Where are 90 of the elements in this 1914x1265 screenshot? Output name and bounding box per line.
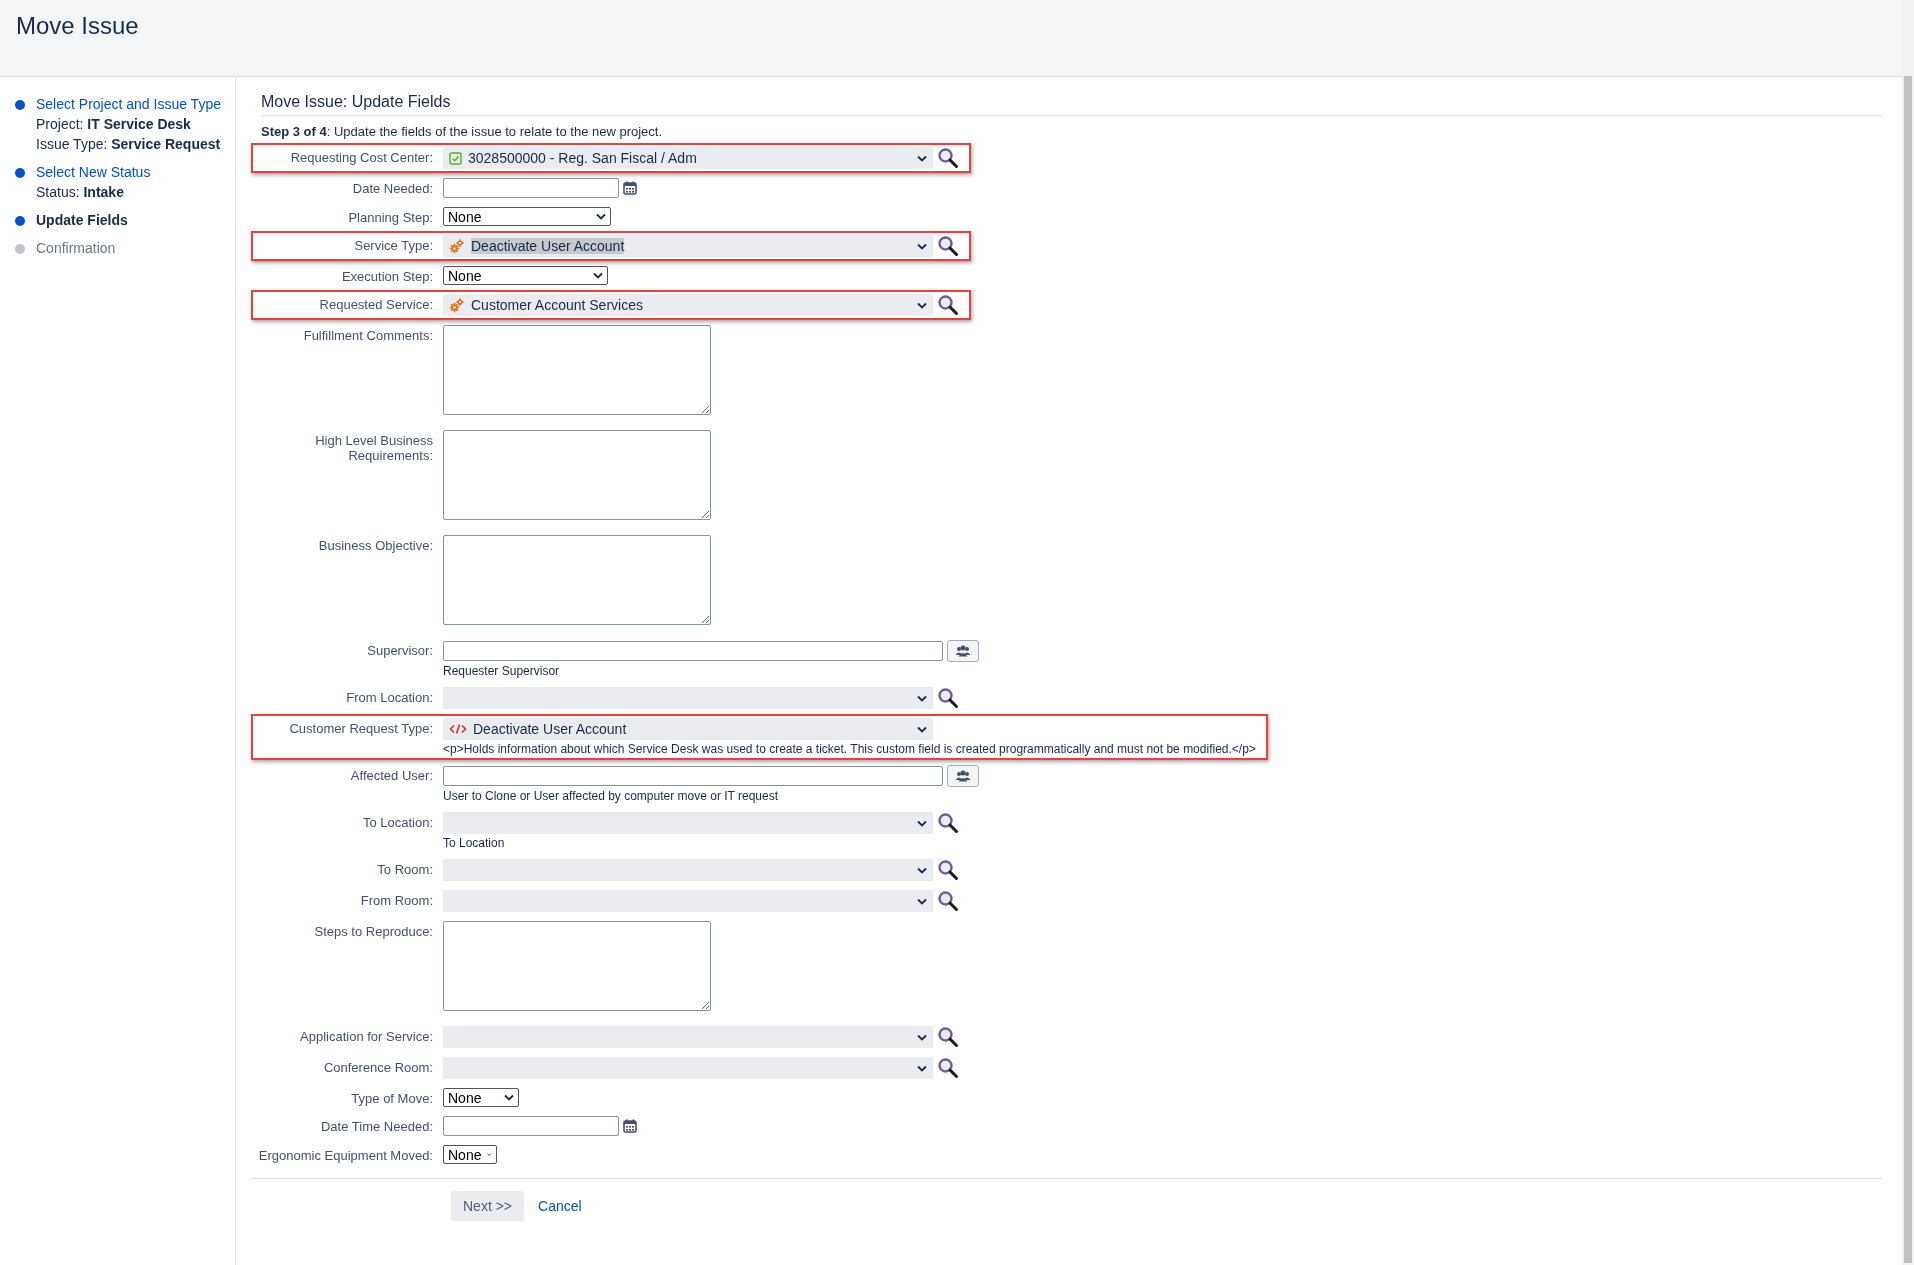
search-icon[interactable] bbox=[937, 1026, 959, 1048]
user-picker-button[interactable] bbox=[947, 765, 979, 787]
field-label: Ergonomic Equipment Moved: bbox=[258, 1147, 433, 1164]
scrollbar-thumb[interactable] bbox=[1904, 76, 1912, 1263]
field-label: Type of Move: bbox=[351, 1090, 433, 1107]
text-area[interactable] bbox=[443, 535, 711, 625]
field-label: Planning Step: bbox=[348, 209, 433, 226]
select-field[interactable] bbox=[443, 1026, 933, 1048]
step-label: Update Fields bbox=[36, 211, 128, 229]
dropdown[interactable]: None bbox=[443, 207, 611, 226]
next-button[interactable]: Next >> bbox=[451, 1191, 525, 1221]
caret-icon bbox=[504, 1094, 514, 1101]
field-label: Date Time Needed: bbox=[321, 1118, 433, 1136]
select-field[interactable]: Deactivate User Account bbox=[443, 718, 933, 740]
select-field[interactable]: Customer Account Services bbox=[443, 294, 933, 316]
caret-icon bbox=[917, 725, 927, 733]
dropdown[interactable]: None bbox=[443, 1145, 497, 1164]
calendar-icon[interactable] bbox=[623, 181, 637, 195]
field-label: High Level Business Requirements: bbox=[314, 432, 433, 465]
caret-icon bbox=[917, 1064, 927, 1072]
field-label: From Location: bbox=[346, 689, 433, 707]
caret-icon bbox=[917, 866, 927, 874]
field-label: Fulfillment Comments: bbox=[303, 327, 433, 345]
user-field[interactable] bbox=[443, 766, 943, 786]
field-label: Execution Step: bbox=[341, 268, 433, 285]
caret-icon bbox=[917, 301, 927, 309]
field-label: To Room: bbox=[377, 861, 433, 879]
text-area[interactable] bbox=[443, 430, 711, 520]
search-icon[interactable] bbox=[937, 235, 959, 257]
calendar-icon[interactable] bbox=[623, 1119, 637, 1133]
search-icon[interactable] bbox=[937, 147, 959, 169]
dropdown[interactable]: None bbox=[443, 1088, 519, 1107]
search-icon[interactable] bbox=[937, 1057, 959, 1079]
field-label: Business Objective: bbox=[318, 537, 433, 555]
field-label: To Location: bbox=[362, 814, 433, 832]
text-area[interactable] bbox=[443, 921, 711, 1011]
field-label: From Room: bbox=[360, 892, 433, 910]
user-field[interactable] bbox=[443, 641, 943, 661]
people-icon bbox=[955, 770, 971, 782]
field-label: Service Type: bbox=[354, 237, 433, 255]
field-description: <p>Holds information about which Service Desk was used to create a ticket. This custom field is created programmatically and must not be modified.</p> bbox=[443, 742, 1256, 756]
select-field[interactable]: 3028500000 - Reg. San Fiscal / Adm bbox=[443, 147, 933, 169]
user-picker-button[interactable] bbox=[947, 640, 979, 662]
field-label: Requesting Cost Center: bbox=[290, 149, 433, 167]
step-link[interactable]: Select Project and Issue Type bbox=[36, 95, 221, 113]
field-label: Steps to Reproduce: bbox=[314, 923, 433, 941]
step-detail: Project: IT Service Desk bbox=[36, 115, 191, 133]
date-field[interactable] bbox=[443, 178, 619, 198]
search-icon[interactable] bbox=[937, 687, 959, 709]
caret-icon bbox=[917, 154, 927, 162]
step-link[interactable]: Select New Status bbox=[36, 163, 151, 181]
search-icon[interactable] bbox=[937, 812, 959, 834]
select-field[interactable] bbox=[443, 859, 933, 881]
field-label: Conference Room: bbox=[323, 1059, 433, 1077]
select-field[interactable] bbox=[443, 687, 933, 709]
section-title: Move Issue: Update Fields bbox=[261, 93, 1882, 116]
caret-icon bbox=[917, 242, 927, 250]
step-detail: Status: Intake bbox=[36, 183, 124, 201]
field-label: Date Needed: bbox=[352, 180, 433, 198]
caret-icon bbox=[487, 1151, 492, 1158]
field-label: Affected User: bbox=[350, 767, 433, 785]
date-field[interactable] bbox=[443, 1116, 619, 1136]
caret-icon bbox=[596, 213, 606, 220]
page-title: Move Issue bbox=[16, 12, 139, 40]
caret-icon bbox=[917, 1033, 927, 1041]
field-description: Requester Supervisor bbox=[443, 664, 560, 678]
search-icon[interactable] bbox=[937, 294, 959, 316]
caret-icon bbox=[917, 897, 927, 905]
search-icon[interactable] bbox=[937, 859, 959, 881]
search-icon[interactable] bbox=[937, 890, 959, 912]
dropdown[interactable]: None bbox=[443, 266, 608, 285]
step-label: Confirmation bbox=[36, 239, 116, 257]
step-instruction: Step 3 of 4: Update the fields of the issue to relate to the new project. bbox=[261, 124, 663, 139]
step-detail: Issue Type: Service Request bbox=[36, 135, 221, 153]
field-label: Application for Service: bbox=[300, 1028, 433, 1046]
field-label: Requested Service: bbox=[319, 296, 433, 314]
field-description: To Location bbox=[443, 836, 505, 850]
caret-icon bbox=[917, 694, 927, 702]
caret-icon bbox=[917, 819, 927, 827]
field-label: Customer Request Type: bbox=[289, 720, 433, 738]
people-icon bbox=[955, 645, 971, 657]
caret-icon bbox=[593, 272, 603, 279]
select-field[interactable] bbox=[443, 1057, 933, 1079]
text-area[interactable] bbox=[443, 325, 711, 415]
select-field[interactable] bbox=[443, 890, 933, 912]
select-field[interactable] bbox=[443, 812, 933, 834]
field-description: User to Clone or User affected by computer move or IT request bbox=[443, 789, 779, 803]
field-label: Supervisor: bbox=[367, 642, 433, 660]
cancel-link[interactable]: Cancel bbox=[538, 1198, 582, 1214]
select-field[interactable]: Deactivate User Account bbox=[443, 235, 933, 257]
